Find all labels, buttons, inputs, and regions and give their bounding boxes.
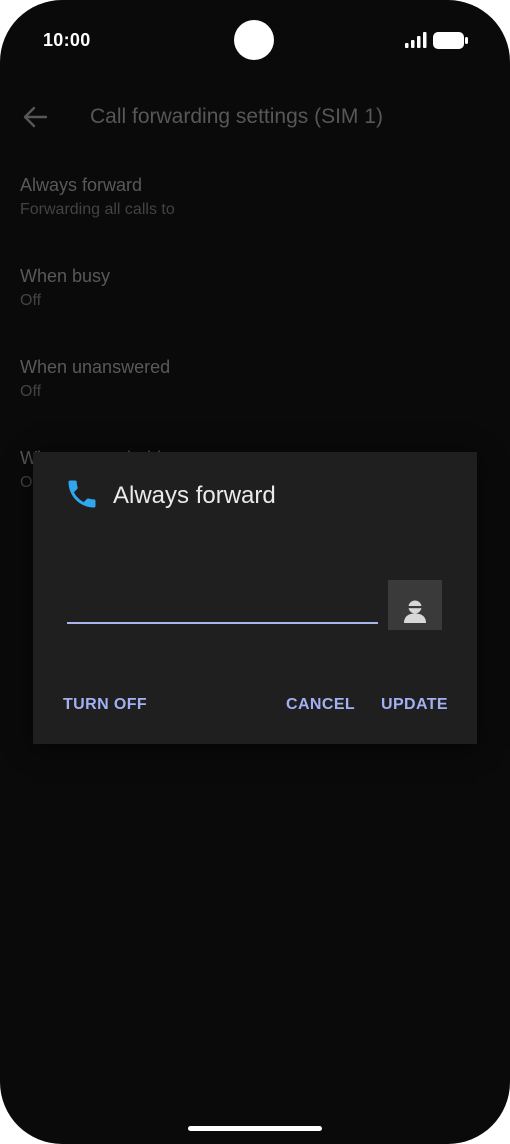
turn-off-button[interactable]: TURN OFF <box>63 696 147 714</box>
phone-screen: 10:00 Call forwarding settings (SIM 1) A… <box>0 0 510 1144</box>
setting-when-busy[interactable]: When busy Off <box>20 265 480 311</box>
battery-icon <box>433 32 468 49</box>
signal-icon <box>405 32 427 48</box>
forward-number-input[interactable] <box>67 588 378 624</box>
setting-summary: Off <box>20 383 42 400</box>
app-bar: Call forwarding settings (SIM 1) <box>0 90 510 146</box>
update-button[interactable]: UPDATE <box>381 696 448 714</box>
front-camera <box>234 20 274 60</box>
contact-icon <box>404 600 426 623</box>
page-title: Call forwarding settings (SIM 1) <box>90 105 383 128</box>
phone-icon <box>68 480 96 508</box>
setting-title: When busy <box>20 266 111 286</box>
status-time: 10:00 <box>43 30 91 50</box>
cancel-button[interactable]: CANCEL <box>286 696 355 714</box>
always-forward-dialog: Always forward TURN OFF CANCEL UPDATE <box>33 452 477 744</box>
setting-title: Always forward <box>20 175 143 195</box>
home-indicator[interactable] <box>188 1126 322 1131</box>
setting-always-forward[interactable]: Always forward Forwarding all calls to <box>20 174 480 220</box>
dialog-title: Always forward <box>113 482 276 509</box>
status-bar: 10:00 <box>0 0 510 82</box>
setting-when-unanswered[interactable]: When unanswered Off <box>20 356 480 402</box>
setting-summary: Forwarding all calls to <box>20 201 175 218</box>
setting-summary: Off <box>20 292 42 309</box>
arrow-back-icon[interactable] <box>22 104 48 130</box>
setting-title: When unanswered <box>20 357 171 377</box>
contact-picker-button[interactable] <box>388 580 442 630</box>
